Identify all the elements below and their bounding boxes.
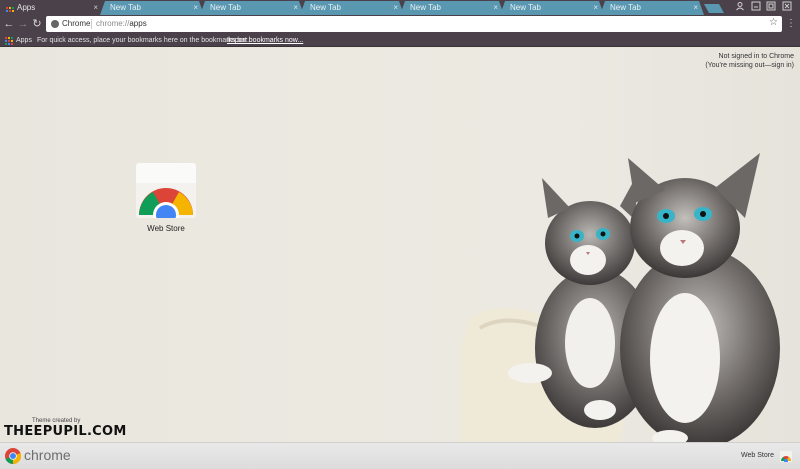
tab-close-icon[interactable]: × (193, 1, 198, 15)
bookmark-star-icon[interactable]: ☆ (769, 17, 778, 28)
site-chip: Chrome (62, 19, 91, 28)
tab-close-icon[interactable]: × (493, 1, 498, 15)
chrome-menu-icon[interactable]: ⋮ (786, 18, 796, 30)
tab-title: New Tab (210, 3, 241, 12)
signin-status: Not signed in to Chrome (718, 53, 794, 60)
omnibox[interactable]: Chrome chrome://apps ☆ (46, 16, 782, 32)
tab-title: New Tab (610, 3, 641, 12)
tab-title: New Tab (510, 3, 541, 12)
tab-title: New Tab (110, 3, 141, 12)
url-text[interactable]: chrome://apps (96, 18, 147, 30)
apps-shortcut-label[interactable]: Apps (16, 35, 32, 46)
bottom-web-store-link[interactable]: Web Store (741, 452, 774, 459)
apps-grid-icon (6, 5, 14, 12)
back-button[interactable]: ← (2, 17, 16, 31)
tab-title: New Tab (410, 3, 441, 12)
tab-close-icon[interactable]: × (693, 1, 698, 15)
new-tab-button[interactable] (704, 4, 724, 13)
chrome-web-store-icon (136, 163, 196, 218)
tab-title: Apps (17, 3, 36, 12)
web-store-small-icon[interactable] (780, 451, 792, 463)
import-bookmarks-link[interactable]: Import bookmarks now... (227, 35, 303, 46)
tab-new-tab[interactable]: New Tab × (100, 1, 204, 15)
theme-background-kittens (460, 148, 800, 442)
tab-new-tab[interactable]: New Tab × (600, 1, 704, 15)
tab-new-tab[interactable]: New Tab × (500, 1, 604, 15)
tab-close-icon[interactable]: × (293, 1, 298, 15)
minimize-icon[interactable] (751, 1, 761, 11)
url-scheme: chrome:// (96, 19, 130, 28)
chrome-wordmark: chrome (24, 447, 71, 463)
apps-page: Not signed in to Chrome (You're missing … (0, 48, 800, 442)
bookmarks-empty-message: For quick access, place your bookmarks h… (37, 37, 250, 44)
tab-apps[interactable]: Apps × (0, 1, 104, 15)
app-tile-web-store[interactable]: Web Store (130, 163, 202, 238)
maximize-icon[interactable] (766, 1, 776, 11)
tab-title: New Tab (310, 3, 341, 12)
chrome-page-icon (51, 20, 59, 28)
tab-close-icon[interactable]: × (393, 1, 398, 15)
tab-new-tab[interactable]: New Tab × (300, 1, 404, 15)
profile-icon[interactable] (735, 1, 745, 11)
url-path: apps (129, 19, 147, 28)
tab-new-tab[interactable]: New Tab × (400, 1, 504, 15)
app-label: Web Store (147, 224, 185, 233)
close-window-icon[interactable] (782, 1, 792, 11)
toolbar: ← → ↻ Chrome chrome://apps ☆ ⋮ (0, 15, 800, 34)
bookmarks-bar: Apps For quick access, place your bookma… (0, 34, 800, 47)
reload-button[interactable]: ↻ (30, 17, 44, 31)
signin-line: (You're missing out—sign in) (705, 62, 794, 69)
apps-shortcut-icon[interactable] (5, 37, 13, 45)
tab-close-icon[interactable]: × (593, 1, 598, 15)
chrome-logo-icon (5, 448, 22, 465)
signin-link[interactable]: sign in (771, 62, 791, 69)
apps-bottom-bar: chrome Web Store (0, 442, 800, 469)
theme-credit-brand: THEEPUPIL.COM (4, 424, 127, 439)
theme-credit: Theme created by THEEPUPIL.COM (4, 417, 127, 439)
tab-close-icon[interactable]: × (93, 1, 98, 15)
forward-button[interactable]: → (16, 17, 30, 31)
tab-new-tab[interactable]: New Tab × (200, 1, 304, 15)
omnibox-divider (91, 19, 92, 29)
signin-promo: Not signed in to Chrome (You're missing … (705, 52, 794, 70)
tab-strip: Apps × New Tab × New Tab × New Tab × New… (0, 0, 800, 15)
